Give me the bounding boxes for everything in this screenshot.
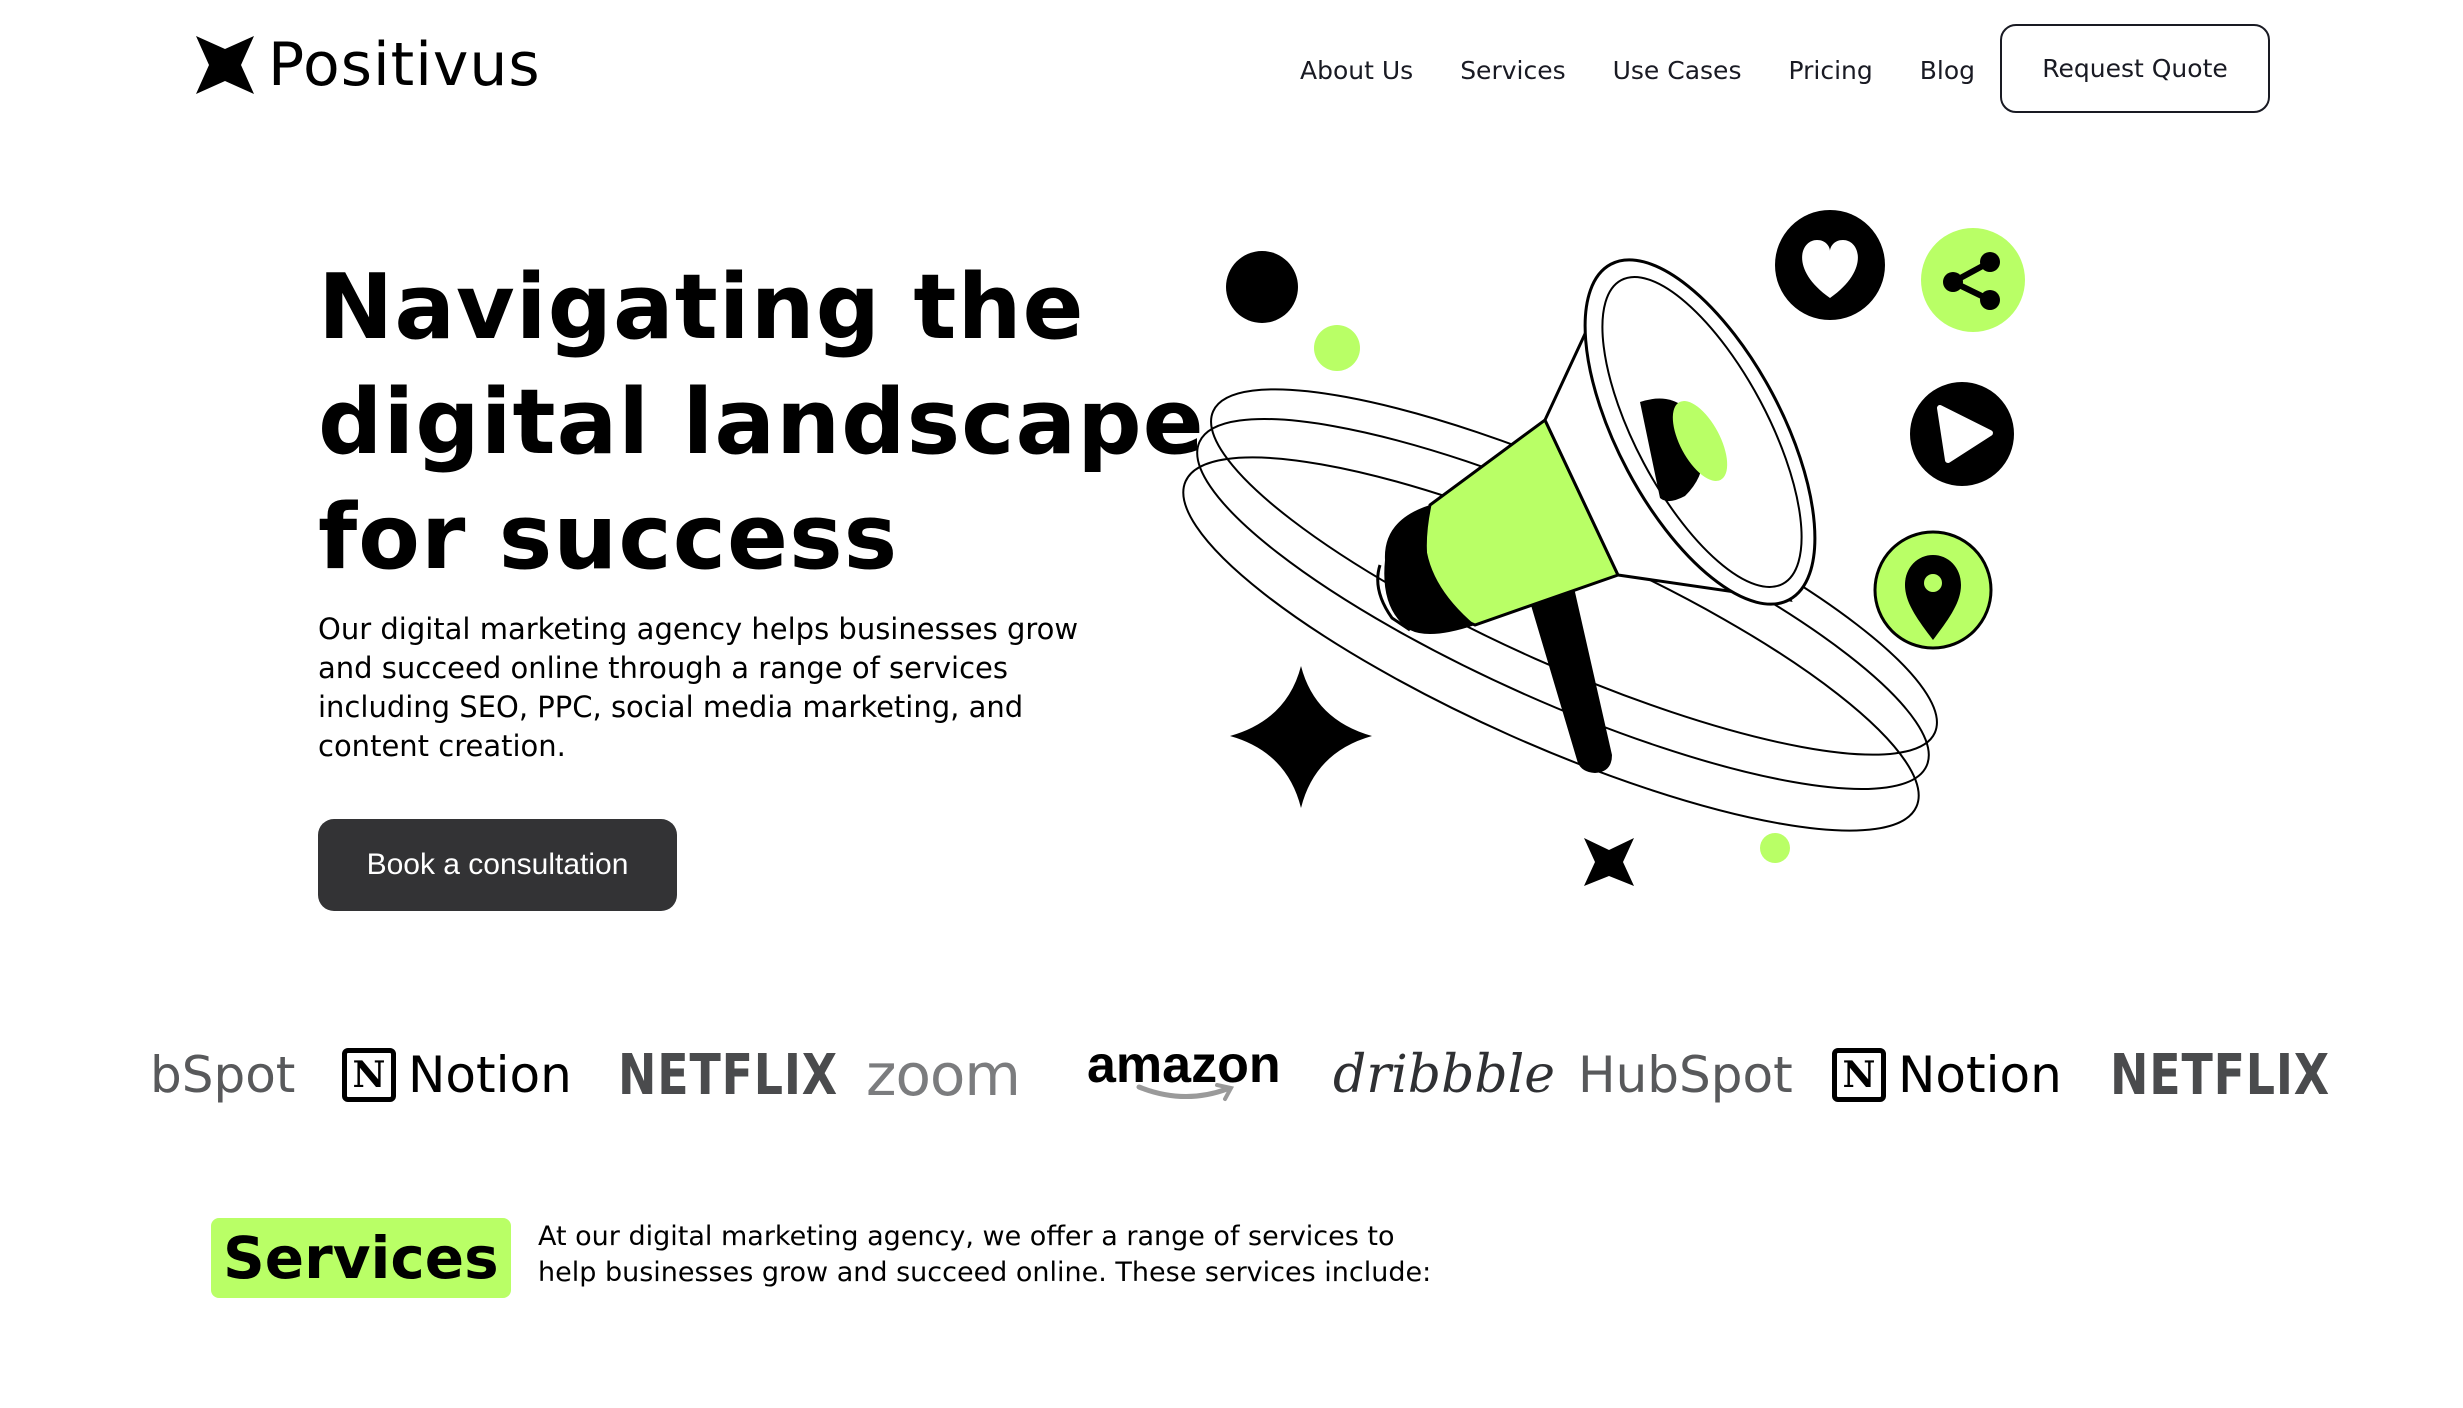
logo-notion: N Notion — [342, 1035, 572, 1115]
notion-icon: N — [1832, 1048, 1886, 1102]
logo-hubspot: HubSpot — [1578, 1046, 1793, 1104]
nav-link-services[interactable]: Services — [1460, 56, 1565, 85]
client-logos: bSpot N Notion NETFLIX zoom amazon dribb… — [0, 1035, 2463, 1115]
nav-link-pricing[interactable]: Pricing — [1788, 56, 1872, 85]
nav-link-about-us[interactable]: About Us — [1300, 56, 1413, 85]
services-description: At our digital marketing agency, we offe… — [538, 1221, 1432, 1288]
brand-name: Positivus — [268, 30, 541, 100]
amazon-smile-icon — [1136, 1083, 1234, 1101]
hero-illustration — [1182, 210, 2025, 886]
nav-link-blog[interactable]: Blog — [1920, 56, 1975, 85]
hero-title-line: for success — [318, 485, 899, 590]
location-pin-icon — [1873, 530, 1993, 650]
logo-star-icon — [196, 36, 254, 94]
logo-dribbble: dribbble — [1333, 1045, 1556, 1105]
logo-zoom: zoom — [866, 1041, 1021, 1109]
dot-black — [1226, 251, 1298, 323]
sparkle-star-icon — [1230, 666, 1372, 808]
brand-logo[interactable]: Positivus — [196, 30, 541, 100]
logo-amazon: amazon — [1087, 1035, 1281, 1115]
services-heading: Services — [211, 1218, 511, 1298]
megaphone-icon — [1376, 258, 1817, 773]
hero-title-line: digital landscape — [318, 370, 1205, 475]
hero-title: Navigating the digital landscape for suc… — [318, 250, 1205, 595]
dot-green — [1314, 325, 1360, 371]
heart-icon — [1775, 210, 1885, 320]
small-star-icon — [1584, 838, 1634, 886]
logo-netflix: NETFLIX — [618, 1042, 838, 1108]
logo-notion: N Notion — [1832, 1035, 2062, 1115]
share-icon — [1921, 228, 2025, 332]
book-consultation-button[interactable]: Book a consultation — [318, 819, 677, 911]
nav-link-use-cases[interactable]: Use Cases — [1613, 56, 1742, 85]
hero-description: Our digital marketing agency helps busin… — [318, 612, 1079, 763]
request-quote-button[interactable]: Request Quote — [2000, 24, 2270, 113]
logo-netflix: NETFLIX — [2110, 1042, 2330, 1108]
logo-hubspot: bSpot — [150, 1046, 296, 1104]
main-nav: About Us Services Use Cases Pricing Blog — [1300, 50, 2022, 90]
dot-green — [1760, 833, 1790, 863]
logo-notion-text: Notion — [1898, 1046, 2062, 1104]
notion-icon: N — [342, 1048, 396, 1102]
hero-title-line: Navigating the — [318, 255, 1085, 360]
play-icon — [1910, 382, 2014, 486]
logo-notion-text: Notion — [408, 1046, 572, 1104]
